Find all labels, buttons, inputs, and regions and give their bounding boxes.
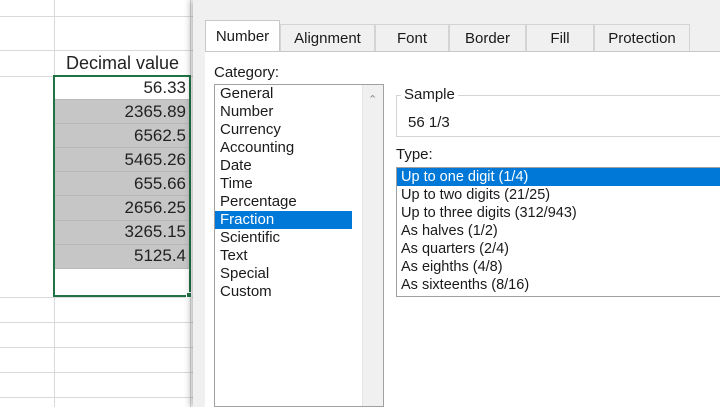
sample-value: 56 1/3	[408, 114, 450, 131]
category-item[interactable]: Text	[215, 247, 383, 265]
row-divider	[0, 16, 195, 17]
column-header-cell[interactable]: Decimal value	[55, 50, 190, 76]
tab-alignment[interactable]: Alignment	[280, 24, 375, 52]
column-divider	[190, 0, 191, 407]
cell[interactable]: 2365.89	[54, 100, 190, 125]
cell[interactable]: 56.33	[54, 76, 190, 101]
tab-fill[interactable]: Fill	[526, 24, 594, 52]
category-item[interactable]: Currency	[215, 121, 383, 139]
category-item[interactable]: Scientific	[215, 229, 383, 247]
tab-border[interactable]: Border	[449, 24, 526, 52]
scroll-up-arrow-icon[interactable]: ⌃	[368, 93, 377, 106]
cell[interactable]: 2656.25	[54, 196, 190, 221]
category-item-selected[interactable]: Fraction	[215, 211, 352, 229]
tab-protection[interactable]: Protection	[594, 24, 690, 52]
type-item[interactable]: As halves (1/2)	[397, 222, 720, 240]
row-divider	[0, 372, 195, 373]
row-divider	[0, 397, 195, 398]
tab-bar: Number Alignment Font Border Fill Protec…	[205, 20, 690, 52]
category-item[interactable]: Accounting	[215, 139, 383, 157]
row-divider	[0, 347, 195, 348]
type-item[interactable]: Up to two digits (21/25)	[397, 186, 720, 204]
type-item[interactable]: As quarters (2/4)	[397, 240, 720, 258]
category-listbox[interactable]: General Number Currency Accounting Date …	[214, 84, 384, 407]
category-item[interactable]: Custom	[215, 283, 383, 301]
type-item[interactable]: As eighths (4/8)	[397, 258, 720, 276]
selected-range[interactable]: 56.33 2365.89 6562.5 5465.26 655.66 2656…	[54, 76, 190, 269]
row-divider	[0, 322, 195, 323]
cell[interactable]: 5125.4	[54, 244, 190, 269]
tab-number[interactable]: Number	[205, 20, 280, 52]
type-item-selected[interactable]: Up to one digit (1/4)	[397, 168, 720, 186]
category-label: Category:	[214, 64, 280, 81]
category-scrollbar[interactable]: ⌃	[362, 85, 383, 406]
type-item[interactable]: Up to three digits (312/943)	[397, 204, 720, 222]
category-item[interactable]: General	[215, 85, 383, 103]
category-item[interactable]: Percentage	[215, 193, 383, 211]
tab-font[interactable]: Font	[375, 24, 449, 52]
row-divider	[0, 297, 195, 298]
cell[interactable]: 6562.5	[54, 124, 190, 149]
cell[interactable]: 655.66	[54, 172, 190, 197]
cell[interactable]: 3265.15	[54, 220, 190, 245]
type-item[interactable]: As sixteenths (8/16)	[397, 276, 720, 294]
category-item[interactable]: Date	[215, 157, 383, 175]
category-item[interactable]: Time	[215, 175, 383, 193]
fill-handle[interactable]	[186, 292, 192, 298]
type-listbox[interactable]: Up to one digit (1/4) Up to two digits (…	[396, 167, 720, 297]
type-label: Type:	[396, 146, 433, 163]
sample-label: Sample	[401, 86, 458, 103]
category-item[interactable]: Special	[215, 265, 383, 283]
cell[interactable]: 5465.26	[54, 148, 190, 173]
format-cells-dialog: Number Alignment Font Border Fill Protec…	[193, 0, 720, 407]
category-item[interactable]: Number	[215, 103, 383, 121]
spreadsheet-grid[interactable]: Decimal value 56.33 2365.89 6562.5 5465.…	[0, 0, 195, 407]
